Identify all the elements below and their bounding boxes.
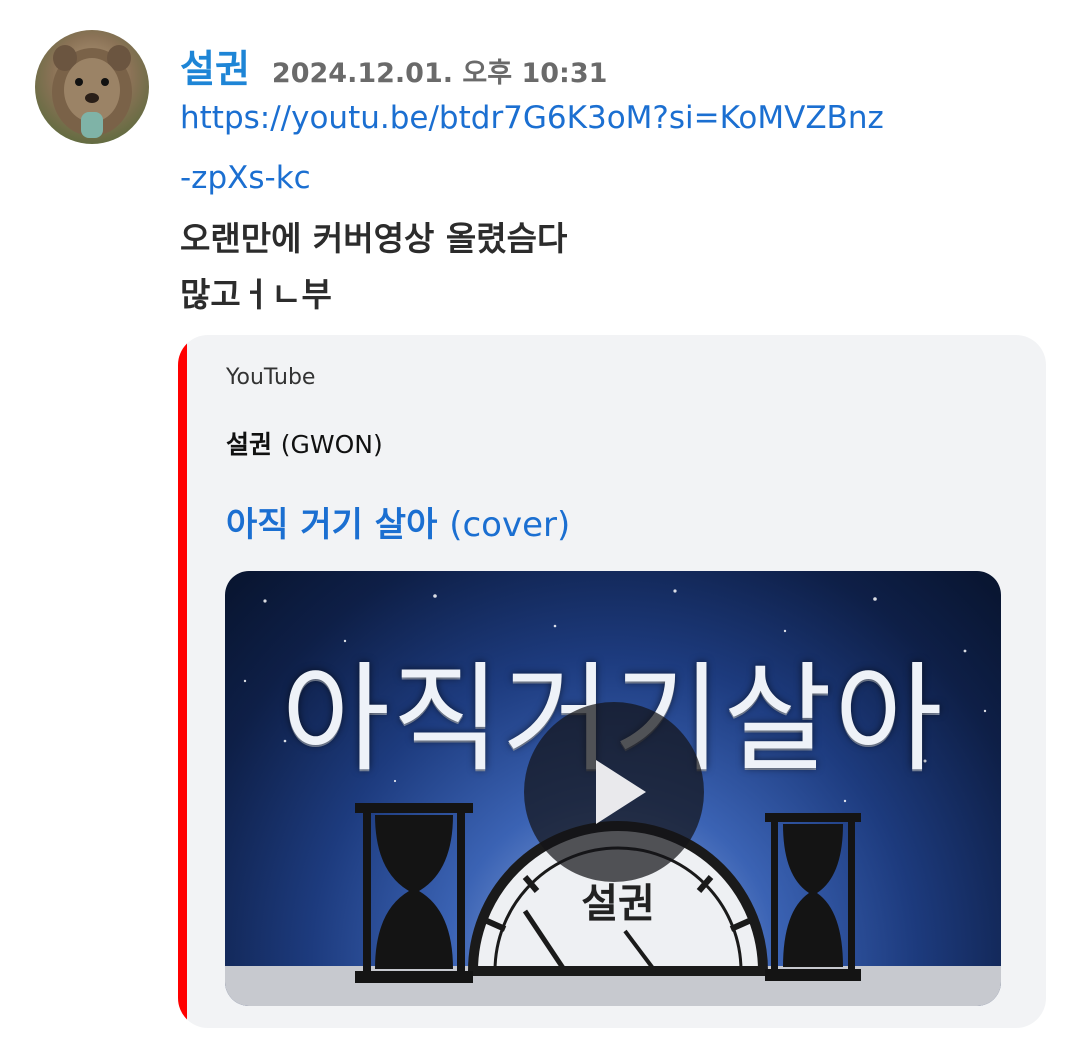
youtube-link-continued[interactable]: -zpXs-kc [180, 160, 311, 196]
embed-author[interactable]: 설권 (GWON) [226, 425, 383, 461]
message-header: 설권 2024.12.01. 오후 10:31 [180, 38, 607, 93]
embed-author-romanized: (GWON) [280, 430, 383, 459]
video-thumbnail[interactable]: 아직거기살아 설권 [225, 571, 1001, 1006]
embed-author-name: 설권 [226, 430, 273, 459]
embed-provider: YouTube [226, 365, 316, 390]
timestamp: 2024.12.01. 오후 10:31 [271, 58, 608, 89]
play-icon [596, 760, 646, 824]
video-title-suffix: (cover) [449, 505, 571, 545]
embed-accent-bar [178, 335, 187, 1028]
play-button[interactable] [524, 702, 704, 882]
message-text-line: 오랜만에 커버영상 올렸슴다 [180, 219, 568, 258]
chat-message: 설권 2024.12.01. 오후 10:31 https://youtu.be… [0, 0, 1080, 1053]
quokka-avatar-image [52, 45, 132, 138]
link-embed-card: YouTube 설권 (GWON) 아직 거기 살아 (cover) 설권 [178, 335, 1046, 1028]
username[interactable]: 설권 [180, 38, 250, 93]
embed-video-title[interactable]: 아직 거기 살아 (cover) [226, 497, 570, 546]
avatar[interactable] [35, 30, 149, 144]
message-text-line: 많고ㅓㄴ부 [180, 275, 332, 314]
youtube-link[interactable]: https://youtu.be/btdr7G6K3oM?si=KoMVZBnz [180, 100, 884, 136]
video-title-korean: 아직 거기 살아 [226, 505, 438, 545]
